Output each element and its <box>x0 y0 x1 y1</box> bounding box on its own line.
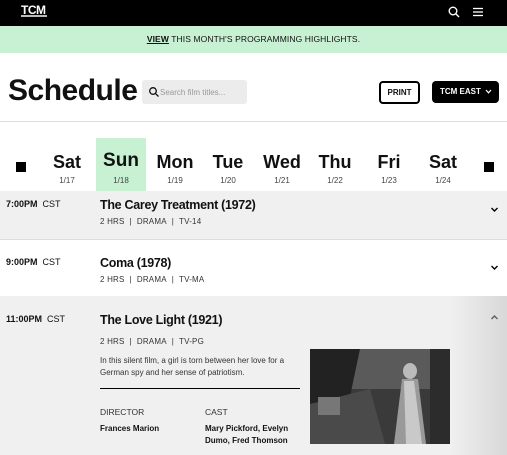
day-tab-active[interactable]: Sun 1/18 <box>96 138 146 192</box>
day-tab[interactable]: Mon 1/19 <box>150 138 200 192</box>
day-date: 1/18 <box>113 176 129 185</box>
scroll-shadow <box>450 296 507 455</box>
day-tab[interactable]: Fri 1/23 <box>364 138 414 192</box>
hamburger-menu-icon[interactable] <box>471 5 485 19</box>
program-title[interactable]: The Love Light (1921) <box>100 313 223 327</box>
program-time: 7:00PM CST <box>6 199 61 209</box>
chevron-down-icon <box>485 89 492 94</box>
day-name: Wed <box>263 152 301 172</box>
day-date: 1/19 <box>167 176 183 185</box>
day-tab[interactable]: Thu 1/22 <box>310 138 360 192</box>
day-date: 1/22 <box>327 176 343 185</box>
film-search-input[interactable] <box>160 80 245 104</box>
description-divider <box>100 388 300 389</box>
day-tab[interactable]: Wed 1/21 <box>257 138 307 192</box>
cast-names[interactable]: Mary Pickford, Evelyn Dumo, Fred Thomson <box>205 423 288 447</box>
search-icon[interactable] <box>447 5 461 19</box>
timezone-label: TCM EAST <box>440 87 481 96</box>
print-button[interactable]: PRINT <box>379 81 420 104</box>
day-tab[interactable]: Tue 1/20 <box>203 138 253 192</box>
day-name: Mon <box>156 152 194 172</box>
previous-days-arrow[interactable] <box>16 162 26 172</box>
day-date: 1/17 <box>59 176 75 185</box>
program-meta: 2 HRS | DRAMA | TV-MA <box>100 275 205 284</box>
day-name: Sun <box>103 150 139 171</box>
day-name: Sat <box>428 152 457 172</box>
program-title[interactable]: The Carey Treatment (1972) <box>100 198 256 212</box>
day-date: 1/24 <box>435 176 451 185</box>
program-row[interactable]: 7:00PM CST The Carey Treatment (1972) 2 … <box>0 191 507 239</box>
header-divider <box>0 121 507 122</box>
program-row[interactable]: 9:00PM CST Coma (1978) 2 HRS | DRAMA | TV-MA <box>0 239 507 296</box>
program-description: In this silent film, a girl is torn betw… <box>100 356 285 377</box>
programming-banner: VIEW THIS MONTH'S PROGRAMMING HIGHLIGHTS… <box>0 26 507 53</box>
program-time: 9:00PM CST <box>6 257 61 267</box>
cast-heading: CAST <box>205 407 228 417</box>
program-title[interactable]: Coma (1978) <box>100 256 171 270</box>
search-icon <box>149 87 159 97</box>
director-name[interactable]: Frances Marion <box>100 423 159 435</box>
program-meta: 2 HRS | DRAMA | TV-PG <box>100 337 205 346</box>
program-row-expanded[interactable]: 11:00PM CST The Love Light (1921) 2 HRS |… <box>0 296 507 455</box>
timezone-dropdown[interactable]: TCM EAST <box>432 81 499 103</box>
day-name: Tue <box>212 152 244 172</box>
film-still-image <box>310 349 450 444</box>
top-nav-bar: TCM <box>0 0 507 26</box>
logo-tagline-mark <box>21 15 47 17</box>
day-date: 1/21 <box>274 176 290 185</box>
day-name: Sat <box>52 152 81 172</box>
chevron-down-icon[interactable] <box>490 263 499 272</box>
film-search-box[interactable] <box>142 80 247 104</box>
view-highlights-link[interactable]: VIEW <box>147 34 169 44</box>
program-meta: 2 HRS | DRAMA | TV-14 <box>100 217 202 226</box>
day-date: 1/20 <box>220 176 236 185</box>
day-name: Fri <box>377 152 401 172</box>
page-title: Schedule <box>8 74 138 107</box>
day-tab[interactable]: Sat 1/17 <box>42 138 92 192</box>
next-days-arrow[interactable] <box>484 162 494 172</box>
director-heading: DIRECTOR <box>100 407 145 417</box>
chevron-down-icon[interactable] <box>490 205 499 214</box>
day-date: 1/23 <box>381 176 397 185</box>
day-name: Thu <box>318 152 352 172</box>
program-time: 11:00PM CST <box>6 314 66 324</box>
day-tab[interactable]: Sat 1/24 <box>418 138 468 192</box>
banner-text: THIS MONTH'S PROGRAMMING HIGHLIGHTS. <box>168 34 361 44</box>
